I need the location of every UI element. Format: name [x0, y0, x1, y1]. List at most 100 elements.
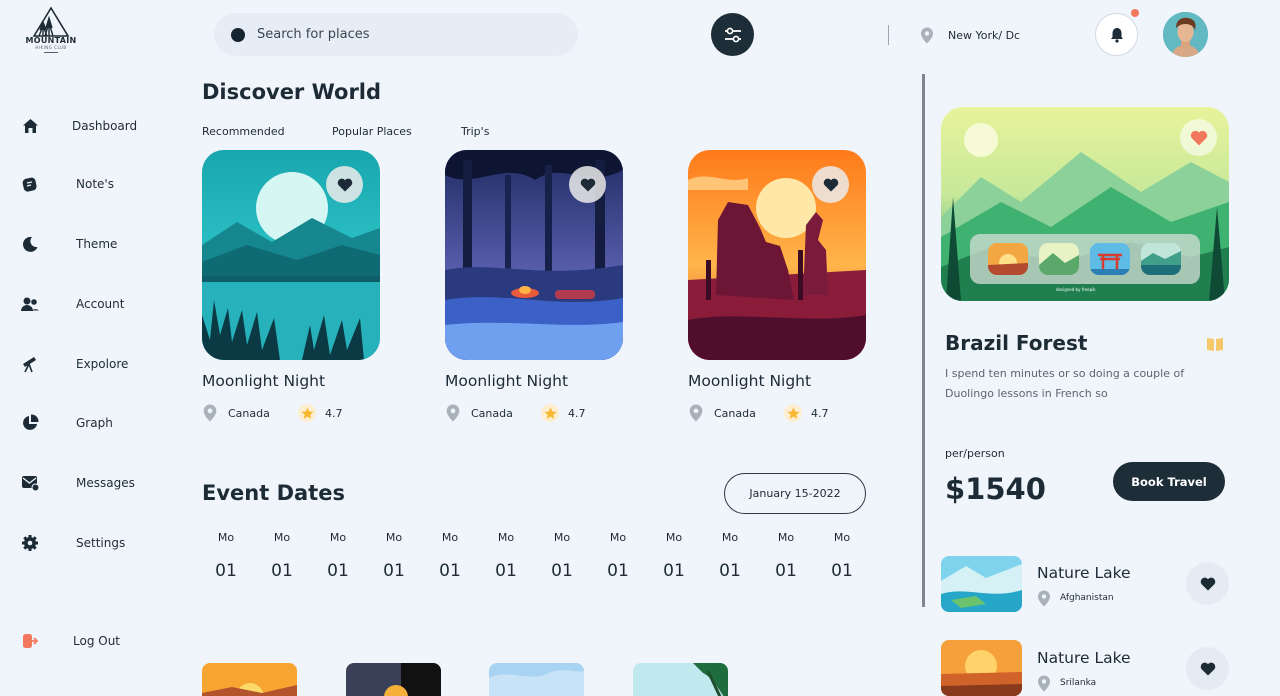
- bell-icon: [1110, 27, 1123, 43]
- calendar-day[interactable]: Mo 01: [822, 531, 862, 581]
- heart-icon: [580, 178, 595, 191]
- gallery-thumbnail[interactable]: [1090, 243, 1130, 275]
- day-name: Mo: [833, 531, 851, 544]
- suggestion-title: Nature Lake: [1037, 649, 1131, 667]
- favorite-button[interactable]: [1186, 647, 1229, 690]
- location-pin-icon: [1038, 675, 1050, 691]
- search-bar[interactable]: [214, 13, 578, 56]
- sidebar-item-graph[interactable]: Graph: [20, 411, 180, 435]
- calendar-day[interactable]: Mo 01: [262, 531, 302, 581]
- sunset-image: [202, 663, 297, 696]
- calendar-day[interactable]: Mo 01: [542, 531, 582, 581]
- lake-image: [941, 556, 1022, 612]
- location-pin-icon: [446, 404, 460, 422]
- gallery-thumbnail[interactable]: [1141, 243, 1181, 275]
- sidebar-item-dashboard[interactable]: Dashboard: [20, 114, 180, 138]
- location-pin-icon: [1038, 590, 1050, 606]
- sidebar-item-label: Account: [76, 297, 125, 311]
- sidebar-item-notes[interactable]: Note's: [20, 172, 180, 196]
- panel-divider: [922, 74, 925, 607]
- location-pin-icon: [203, 404, 217, 422]
- favorite-button[interactable]: [569, 166, 606, 203]
- gallery-thumbnail[interactable]: [988, 243, 1028, 275]
- day-date: 01: [271, 561, 293, 581]
- location-pin-icon: [689, 404, 703, 422]
- calendar-day[interactable]: Mo 01: [766, 531, 806, 581]
- day-name: Mo: [721, 531, 739, 544]
- day-date: 01: [663, 561, 685, 581]
- favorite-button[interactable]: [812, 166, 849, 203]
- calendar-day[interactable]: Mo 01: [486, 531, 526, 581]
- calendar-day[interactable]: Mo 01: [710, 531, 750, 581]
- day-name: Mo: [273, 531, 291, 544]
- tab-popular-places[interactable]: Popular Places: [332, 125, 412, 138]
- book-travel-button[interactable]: Book Travel: [1113, 462, 1225, 501]
- sidebar-item-explore[interactable]: Expolore: [20, 352, 180, 376]
- heart-icon: [823, 178, 838, 191]
- sidebar-item-account[interactable]: Account: [20, 292, 180, 316]
- card-meta: Canada 4.7: [688, 403, 829, 423]
- star-icon: [541, 404, 559, 422]
- sidebar-item-label: Dashboard: [72, 119, 138, 133]
- calendar-day[interactable]: Mo 01: [318, 531, 358, 581]
- user-avatar-icon: [1163, 12, 1208, 57]
- event-thumbnail[interactable]: [202, 663, 297, 696]
- calendar-day[interactable]: Mo 01: [654, 531, 694, 581]
- star-icon: [784, 404, 802, 422]
- search-icon: [231, 27, 245, 42]
- card-rating: 4.7: [811, 406, 829, 420]
- heart-icon: [337, 178, 352, 191]
- sidebar-item-settings[interactable]: Settings: [20, 531, 180, 555]
- tab-trips[interactable]: Trip's: [461, 125, 489, 138]
- search-input[interactable]: [257, 27, 557, 42]
- filter-button[interactable]: [711, 13, 754, 56]
- brand-name: MOUNTAIN: [25, 36, 77, 45]
- calendar-day[interactable]: Mo 01: [430, 531, 470, 581]
- card-rating: 4.7: [568, 406, 586, 420]
- lake-thumbnail-image: [1141, 243, 1181, 275]
- calendar-day[interactable]: Mo 01: [374, 531, 414, 581]
- date-range-button[interactable]: January 15-2022: [724, 473, 866, 514]
- event-thumbnail[interactable]: [633, 663, 728, 696]
- section-title-events: Event Dates: [202, 481, 345, 505]
- card-location: Canada: [714, 406, 756, 420]
- location-label: New York/ Dc: [948, 28, 1021, 42]
- favorite-button[interactable]: [326, 166, 363, 203]
- sidebar-item-messages[interactable]: Messages: [20, 471, 180, 495]
- moon-icon: [20, 234, 40, 254]
- tab-recommended[interactable]: Recommended: [202, 125, 285, 138]
- logout-button[interactable]: Log Out: [20, 629, 180, 653]
- gallery-thumbnail[interactable]: [1039, 243, 1079, 275]
- calendar-day[interactable]: Mo 01: [206, 531, 246, 581]
- card-title: Moonlight Night: [202, 372, 326, 390]
- day-name: Mo: [553, 531, 571, 544]
- card-location: Canada: [471, 406, 513, 420]
- sidebar-item-theme[interactable]: Theme: [20, 232, 180, 256]
- home-icon: [20, 116, 40, 136]
- event-thumbnail[interactable]: [489, 663, 584, 696]
- day-date: 01: [215, 561, 237, 581]
- heart-icon: [1190, 130, 1207, 145]
- day-date: 01: [719, 561, 741, 581]
- location-selector[interactable]: New York/ Dc: [920, 25, 1020, 45]
- day-date: 01: [551, 561, 573, 581]
- suggestion-image[interactable]: [941, 556, 1022, 612]
- day-name: Mo: [665, 531, 683, 544]
- brand-logo[interactable]: MOUNTAIN HIKING CLUB: [18, 6, 84, 60]
- book-icon[interactable]: [1206, 336, 1224, 356]
- day-name: Mo: [497, 531, 515, 544]
- card-location: Canada: [228, 406, 270, 420]
- sidebar-item-label: Settings: [76, 536, 126, 550]
- favorite-button[interactable]: [1180, 119, 1217, 156]
- day-name: Mo: [329, 531, 347, 544]
- suggestion-image[interactable]: [941, 640, 1022, 696]
- desert-sunset-image: [941, 640, 1022, 696]
- notifications-button[interactable]: [1095, 13, 1138, 56]
- calendar-day[interactable]: Mo 01: [598, 531, 638, 581]
- avatar[interactable]: [1163, 12, 1208, 57]
- logout-icon: [20, 631, 40, 651]
- favorite-button[interactable]: [1186, 562, 1229, 605]
- hills-thumbnail-image: [1039, 243, 1079, 275]
- card-title: Moonlight Night: [445, 372, 569, 390]
- event-thumbnail[interactable]: [346, 663, 441, 696]
